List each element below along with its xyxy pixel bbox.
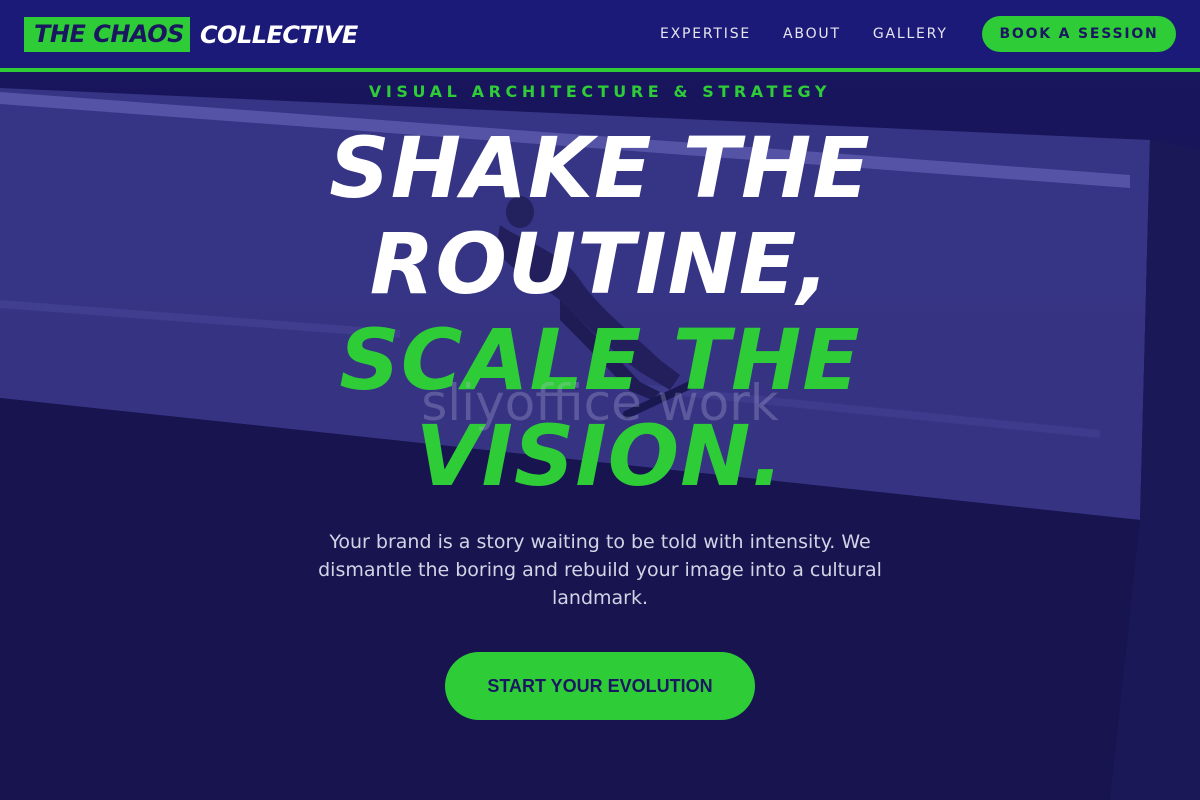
logo-text: COLLECTIVE — [199, 20, 358, 49]
top-navbar: THE CHAOS COLLECTIVE EXPERTISE ABOUT GAL… — [0, 0, 1200, 72]
headline-line-2: ROUTINE, — [369, 215, 831, 313]
hero-subtext: Your brand is a story waiting to be told… — [318, 531, 882, 609]
nav-link-gallery[interactable]: GALLERY — [873, 26, 948, 42]
logo-highlight: THE CHAOS — [24, 17, 190, 52]
hero-section: VISUAL ARCHITECTURE & STRATEGY SHAKE THE… — [0, 72, 1200, 800]
nav-link-expertise[interactable]: EXPERTISE — [660, 26, 751, 42]
hero-eyebrow: VISUAL ARCHITECTURE & STRATEGY — [368, 82, 832, 101]
image-watermark: sliyoffice work — [421, 374, 779, 432]
nav-links: EXPERTISE ABOUT GALLERY — [660, 0, 980, 68]
nav-link-about[interactable]: ABOUT — [783, 26, 841, 42]
brand-logo[interactable]: THE CHAOS COLLECTIVE — [24, 17, 358, 52]
headline-line-1: SHAKE THE — [329, 119, 871, 217]
hero-headline: SHAKE THE ROUTINE, SCALE THE VISION. — [0, 120, 1200, 504]
book-session-button[interactable]: BOOK A SESSION — [982, 16, 1176, 52]
start-evolution-button[interactable]: START YOUR EVOLUTION — [445, 652, 755, 720]
